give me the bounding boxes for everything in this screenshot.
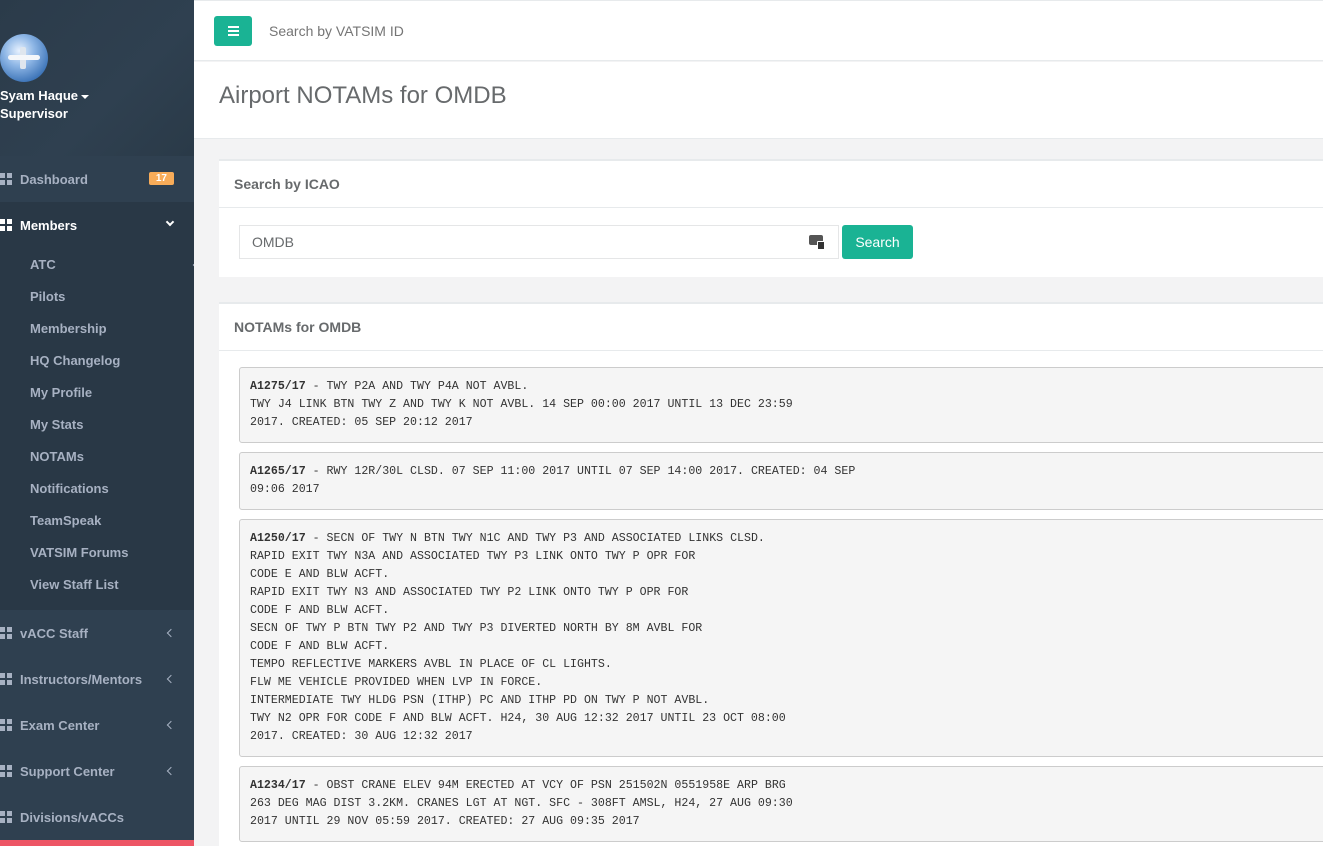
menu-bar-icon <box>228 26 239 28</box>
notam-item: A1234/17 - OBST CRANE ELEV 94M ERECTED A… <box>239 766 1323 842</box>
sidebar-item-label: vACC Staff <box>20 625 88 641</box>
notam-id: A1275/17 <box>250 380 306 393</box>
notam-id: A1234/17 <box>250 779 306 792</box>
grid-icon <box>0 765 12 777</box>
submenu-item-label: Pilots <box>30 289 66 304</box>
notam-text: - RWY 12R/30L CLSD. 07 SEP 11:00 2017 UN… <box>250 465 856 496</box>
sidebar-item-label: Divisions/vACCs <box>20 809 125 825</box>
submenu-item-label: Membership <box>30 321 107 336</box>
keyboard-icon[interactable] <box>809 232 825 250</box>
members-submenu: ATC Pilots Membership HQ Changelog My Pr… <box>0 248 194 610</box>
submenu-item-hq-changelog[interactable]: HQ Changelog <box>30 353 120 368</box>
top-navbar <box>194 0 1323 61</box>
chevron-down-icon <box>165 217 175 227</box>
sidebar-item-label: Exam Center <box>20 717 100 733</box>
sidebar: Syam Haque Supervisor Dashboard 17 ATC P… <box>0 0 194 846</box>
avatar[interactable] <box>0 34 48 82</box>
chevron-left-icon <box>166 766 176 776</box>
grid-icon <box>0 173 12 185</box>
sidebar-item-support-center[interactable]: Support Center <box>0 748 194 794</box>
notification-badge: 17 <box>148 172 174 185</box>
menu-bar-icon <box>228 34 239 36</box>
notam-item: A1265/17 - RWY 12R/30L CLSD. 07 SEP 11:0… <box>239 452 1323 510</box>
submenu-item-membership[interactable]: Membership <box>30 321 107 336</box>
sidebar-item-dashboard[interactable]: Dashboard 17 <box>0 156 194 202</box>
grid-icon <box>0 719 12 731</box>
notam-text: - TWY P2A AND TWY P4A NOT AVBL. TWY J4 L… <box>250 380 793 429</box>
notam-item: A1275/17 - TWY P2A AND TWY P4A NOT AVBL.… <box>239 367 1323 443</box>
user-role: Supervisor <box>0 106 68 121</box>
submenu-item-label: VATSIM Forums <box>30 545 129 560</box>
grid-icon <box>0 673 12 685</box>
notam-item: A1250/17 - SECN OF TWY N BTN TWY N1C AND… <box>239 519 1323 757</box>
submenu-item-label: Notifications <box>30 481 109 496</box>
submenu-item-notifications[interactable]: Notifications <box>30 481 109 496</box>
page-heading: Airport NOTAMs for OMDB <box>194 62 1323 139</box>
sidebar-item-divisions-vaccs[interactable]: Divisions/vACCs <box>0 794 194 840</box>
grid-icon <box>0 219 12 231</box>
profile-section: Syam Haque Supervisor <box>0 0 194 156</box>
chevron-left-icon <box>166 628 176 638</box>
avatar-plane-body <box>8 55 40 60</box>
sidebar-bottom-accent <box>0 840 194 846</box>
user-name-dropdown[interactable]: Syam Haque <box>0 88 90 103</box>
submenu-item-label: HQ Changelog <box>30 353 121 368</box>
notam-text: - SECN OF TWY N BTN TWY N1C AND TWY P3 A… <box>250 532 786 743</box>
sidebar-item-label: Dashboard <box>20 171 88 187</box>
submenu-item-label: My Stats <box>30 417 84 432</box>
sidebar-item-exam-center[interactable]: Exam Center <box>0 702 194 748</box>
vatsim-id-search-input[interactable] <box>269 23 569 39</box>
submenu-item-vatsim-forums[interactable]: VATSIM Forums <box>30 545 128 560</box>
submenu-item-label: My Profile <box>30 385 93 400</box>
sidebar-item-label: Support Center <box>20 763 115 779</box>
notam-id: A1250/17 <box>250 532 306 545</box>
chevron-left-icon <box>166 674 176 684</box>
submenu-item-view-staff-list[interactable]: View Staff List <box>30 577 119 592</box>
page-title: Airport NOTAMs for OMDB <box>219 82 507 109</box>
sidebar-item-label: Members <box>20 217 78 233</box>
submenu-item-label: TeamSpeak <box>30 513 102 528</box>
submenu-item-label: View Staff List <box>30 577 119 592</box>
user-name: Syam Haque <box>0 88 79 103</box>
search-icao-panel: Search by ICAO OMDB Search <box>219 159 1323 277</box>
sidebar-item-members[interactable]: Members <box>0 202 194 248</box>
submenu-item-label: ATC <box>30 257 56 272</box>
grid-icon <box>0 627 12 639</box>
submenu-item-pilots[interactable]: Pilots <box>30 289 65 304</box>
notam-text: - OBST CRANE ELEV 94M ERECTED AT VCY OF … <box>250 779 793 828</box>
submenu-item-label: NOTAMs <box>30 449 84 464</box>
submenu-item-my-profile[interactable]: My Profile <box>30 385 92 400</box>
sidebar-item-vacc-staff[interactable]: vACC Staff <box>0 610 194 656</box>
submenu-item-atc[interactable]: ATC <box>30 257 194 272</box>
caret-down-icon <box>81 94 90 99</box>
notams-panel: NOTAMs for OMDB A1275/17 - TWY P2A AND T… <box>219 302 1323 846</box>
panel-title: NOTAMs for OMDB <box>219 304 1323 351</box>
panel-title: Search by ICAO <box>219 161 1323 208</box>
icao-input[interactable]: OMDB <box>239 225 839 259</box>
chevron-left-icon <box>166 720 176 730</box>
grid-icon <box>0 811 12 823</box>
chevron-left-icon <box>192 260 194 270</box>
sidebar-item-instructors-mentors[interactable]: Instructors/Mentors <box>0 656 194 702</box>
sidebar-item-label: Instructors/Mentors <box>20 671 143 687</box>
search-button[interactable]: Search <box>842 225 913 259</box>
hamburger-menu-button[interactable] <box>214 16 252 46</box>
submenu-item-notams[interactable]: NOTAMs <box>30 449 84 464</box>
submenu-item-teamspeak[interactable]: TeamSpeak <box>30 513 101 528</box>
menu-bar-icon <box>228 30 239 32</box>
submenu-item-my-stats[interactable]: My Stats <box>30 417 83 432</box>
notam-id: A1265/17 <box>250 465 306 478</box>
